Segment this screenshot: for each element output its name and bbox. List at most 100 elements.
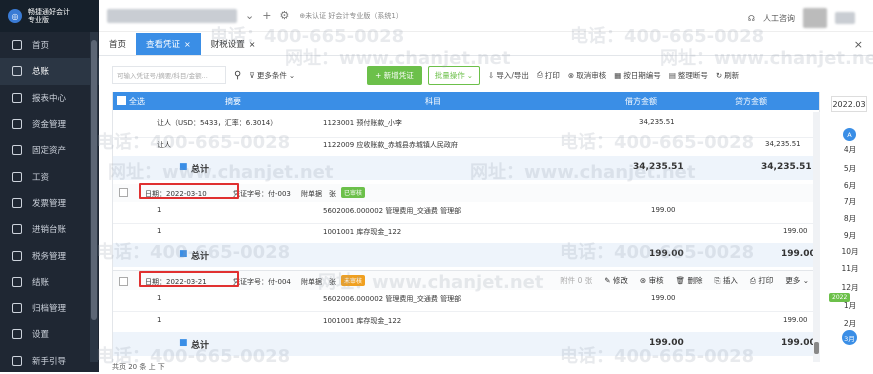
month-bubble[interactable]: A	[843, 128, 856, 141]
insert-button[interactable]: ⎘ 插入	[715, 275, 738, 286]
sidebar-item[interactable]: 设置	[0, 321, 99, 347]
sidebar-item[interactable]: 总账	[0, 58, 99, 85]
table-row[interactable]: 1 1001001 库存现金_122 199.00	[113, 316, 819, 332]
sidebar-item[interactable]: 进销台账	[0, 216, 99, 242]
month-item[interactable]: 11月	[827, 263, 873, 274]
logo-icon: ◎	[8, 9, 22, 23]
user-name-blurred[interactable]	[835, 12, 855, 24]
renumber-icon: ▤	[668, 70, 676, 80]
chevron-down-icon[interactable]: ⌄	[245, 9, 254, 22]
archive-icon	[12, 303, 22, 314]
select-all-label: 全选	[129, 96, 145, 106]
table-row[interactable]: 1 5602006.000002 管理费用_交通费 管理部 199.00	[113, 294, 819, 310]
refresh-button[interactable]: ↻ 刷新	[716, 70, 739, 81]
calendar-icon: ▦	[614, 70, 622, 80]
sidebar-item-label: 发票管理	[32, 198, 67, 209]
add-icon[interactable]: +	[262, 9, 271, 22]
col-subject: 科目	[425, 96, 441, 106]
month-item[interactable]: 6月	[827, 180, 873, 191]
settings-icon[interactable]: ⚙	[279, 9, 289, 22]
sidebar-item[interactable]: 发票管理	[0, 190, 99, 216]
active-month[interactable]: 3月	[842, 330, 857, 345]
tax-icon	[12, 250, 22, 261]
month-item[interactable]: 9月	[827, 230, 873, 241]
support-link[interactable]: 人工咨询	[763, 13, 795, 24]
import-icon: ⇩	[488, 70, 495, 80]
refresh-icon: ↻	[715, 70, 723, 80]
select-all-checkbox[interactable]	[117, 96, 126, 105]
sidebar-scroll-thumb[interactable]	[91, 40, 97, 320]
sidebar-item[interactable]: 报表中心	[0, 85, 99, 111]
delete-button[interactable]: 🗑 删除	[676, 275, 703, 286]
tab-home[interactable]: 首页	[99, 33, 136, 55]
support-icon[interactable]: ☊	[748, 14, 755, 23]
sidebar-item[interactable]: 工资	[0, 163, 99, 189]
account-name-blurred[interactable]	[107, 8, 237, 23]
year-tag: 2022	[829, 293, 851, 302]
table-row[interactable]: 1 1001001 库存现金_122 199.00	[113, 227, 819, 243]
sidebar-item[interactable]: 首页	[0, 32, 99, 58]
toolbar: 可输入凭证号/摘要/科目/金额... ⚲ ⊽ 更多条件 ⌄ + 新增凭证 批量操作 ⌄…	[112, 60, 820, 90]
close-icon[interactable]: ×	[249, 40, 256, 49]
pagination[interactable]: 共页 20 条 上 下	[112, 362, 165, 372]
month-item[interactable]: 5月	[827, 163, 873, 174]
month-panel: 2022.03 A 4月 5月 6月 7月 8月 9月 10月 11月 12月 1月 2月 2022…	[827, 92, 873, 372]
search-icon[interactable]: ⚲	[234, 70, 241, 81]
avatar[interactable]	[803, 8, 827, 28]
cancel-audit-button[interactable]: ⊗ 取消审核	[568, 70, 606, 81]
inventory-icon	[12, 224, 22, 235]
import-export-button[interactable]: ⇩ 导入/导出	[488, 70, 529, 81]
by-date-button[interactable]: ▦ 按日期编号	[614, 70, 661, 81]
sidebar-item[interactable]: 归档管理	[0, 295, 99, 321]
salary-icon	[12, 171, 22, 182]
month-item[interactable]: 8月	[827, 213, 873, 224]
month-item[interactable]: 4月	[827, 144, 873, 155]
cert-status[interactable]: ⊕未认证 好会计专业版（系统1）	[299, 11, 403, 21]
sidebar-item-label: 工资	[32, 172, 50, 183]
table-row[interactable]: 1 5602006.000002 管理费用_交通费 管理部 199.00	[113, 206, 819, 222]
total-icon: ■	[179, 249, 188, 259]
grid-scrollbar[interactable]	[813, 112, 820, 362]
voucher-actions: 附件 0 张 ✎ 修改 ⊛ 审核 🗑 删除 ⎘ 插入 ⎙ 打印 更多 ⌄	[560, 275, 809, 286]
print-button[interactable]: ⎙ 打印	[750, 275, 773, 286]
tab-bar: 首页 查看凭证 × 财税设置 ×	[99, 32, 873, 56]
attachment-link[interactable]: 附件 0 张	[560, 275, 592, 286]
month-item[interactable]: 7月	[827, 196, 873, 207]
audit-button[interactable]: ⊛ 审核	[640, 275, 664, 286]
table-row[interactable]: 让人 1122009 应收账款_赤城县赤城镇人民政府 34,235.51	[113, 140, 819, 156]
chevron-down-icon: ⌄	[466, 70, 474, 80]
sidebar-item[interactable]: 固定资产	[0, 137, 99, 163]
month-item[interactable]: 10月	[827, 246, 873, 257]
year-selector[interactable]: 2022.03	[831, 96, 867, 112]
more-filter-button[interactable]: ⊽ 更多条件 ⌄	[249, 70, 295, 81]
brand: ◎ 畅捷通好会计 专业版	[0, 0, 99, 32]
sidebar-item[interactable]: 结账	[0, 269, 99, 295]
sidebar-item[interactable]: 税务管理	[0, 242, 99, 268]
tab-tax-settings[interactable]: 财税设置 ×	[201, 33, 266, 55]
month-item[interactable]: 2月	[827, 318, 873, 329]
report-icon	[12, 92, 22, 103]
batch-ops-button[interactable]: 批量操作 ⌄	[427, 65, 481, 85]
tab-view-voucher[interactable]: 查看凭证 ×	[136, 33, 201, 55]
search-input[interactable]: 可输入凭证号/摘要/科目/金额...	[112, 66, 226, 84]
edit-button[interactable]: ✎ 修改	[604, 275, 628, 286]
grid-scroll-thumb[interactable]	[814, 342, 819, 354]
voucher-checkbox[interactable]	[119, 188, 128, 197]
print-button[interactable]: ⎙ 打印	[537, 70, 560, 81]
close-all-icon[interactable]: ×	[854, 38, 863, 51]
month-item[interactable]: 12月	[827, 282, 873, 293]
new-voucher-button[interactable]: + 新增凭证	[367, 65, 422, 85]
renumber-button[interactable]: ▤ 整理断号	[669, 70, 708, 81]
sidebar-item-label: 结账	[32, 277, 50, 288]
ledger-icon	[12, 66, 22, 77]
col-summary: 摘要	[225, 96, 241, 106]
filter-icon: ⊽	[249, 70, 255, 80]
close-icon[interactable]: ×	[184, 40, 191, 49]
voucher-grid: 全选 摘要 科目 借方金额 贷方金额 让人（USD：5433，汇率：6.3014…	[112, 92, 820, 362]
table-row[interactable]: 让人（USD：5433，汇率：6.3014） 1123001 预付账款_小李 3…	[113, 118, 819, 134]
home-icon	[12, 40, 22, 51]
sidebar-item[interactable]: 新手引导	[0, 348, 99, 374]
more-button[interactable]: 更多 ⌄	[785, 275, 809, 286]
sidebar-item[interactable]: 资金管理	[0, 111, 99, 137]
voucher-checkbox[interactable]	[119, 277, 128, 286]
